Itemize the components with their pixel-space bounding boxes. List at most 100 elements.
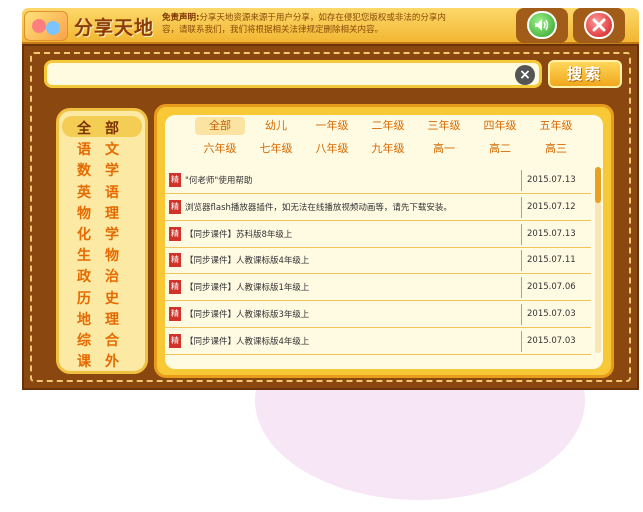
grade-tab[interactable]: 三年级 [419, 117, 469, 135]
list-item[interactable]: 精【同步课件】人教课标版1年级上 2015.07.06 [165, 274, 591, 302]
close-button[interactable] [584, 11, 614, 39]
column-divider [521, 304, 522, 325]
content-panel: 精 "何老师"使用帮助 2015.07.13 精浏览器flash播放器插件，如无法在线… [154, 104, 614, 378]
list-item[interactable]: 精【同步课件】人教课标版4年级上 2015.07.11 [165, 247, 591, 275]
search-button[interactable]: 搜索 [548, 60, 622, 88]
subject-item[interactable]: 数学 [62, 158, 142, 179]
subject-item[interactable]: 语文 [62, 137, 142, 158]
featured-badge: 精 [169, 333, 181, 348]
subject-char: 综 [77, 333, 91, 349]
featured-badge: 精 [169, 199, 181, 214]
subject-char: 历 [77, 290, 91, 307]
content-inner: 精 "何老师"使用帮助 2015.07.13 精浏览器flash播放器插件，如无法在线… [165, 115, 603, 369]
subject-item[interactable]: 课外 [62, 349, 142, 370]
item-title: 【同步课件】人教课标版1年级上 [185, 283, 310, 294]
grade-tab[interactable]: 九年级 [363, 140, 413, 158]
clear-search-icon[interactable]: × [515, 65, 535, 85]
subject-char: 英 [77, 184, 91, 201]
item-title: 浏览器flash播放器插件，如无法在线播放视频动画等，请先下载安装。 [185, 202, 452, 213]
grade-tab[interactable]: 高三 [531, 140, 581, 158]
app-window: 分享天地 免责声明:分享天地资源来源于用户分享，如存在侵犯您版权或非法的分享内容… [22, 8, 639, 390]
subject-char: 政 [77, 269, 91, 286]
column-divider [521, 223, 522, 245]
featured-badge: 精 [169, 253, 181, 268]
column-divider [521, 250, 522, 272]
list-item[interactable]: 精【同步课件】人教课标版4年级上 2015.07.03 [165, 328, 591, 355]
item-date: 2015.07.11 [527, 255, 576, 266]
search-input[interactable]: × [44, 60, 542, 88]
sound-button-container [516, 8, 568, 43]
disclaimer: 免责声明:分享天地资源来源于用户分享，如存在侵犯您版权或非法的分享内容，请联系我… [162, 12, 452, 36]
subject-char: 理 [105, 311, 119, 328]
close-icon [592, 18, 606, 32]
subject-item[interactable]: 全部 [62, 116, 142, 137]
list-item[interactable]: 精浏览器flash播放器插件，如无法在线播放视频动画等，请先下载安装。 2015.… [165, 194, 591, 221]
subject-item[interactable]: 历史 [62, 286, 142, 307]
column-divider [521, 170, 522, 191]
subject-item[interactable]: 英语 [62, 180, 142, 201]
subject-char: 语 [77, 142, 91, 159]
grade-tab[interactable]: 四年级 [475, 117, 525, 135]
subject-char: 课 [77, 354, 91, 371]
subject-char: 地 [77, 311, 91, 328]
app-title: 分享天地 [74, 17, 155, 39]
list-item[interactable]: 精 "何老师"使用帮助 2015.07.13 [165, 167, 591, 194]
scrollbar-thumb[interactable] [595, 167, 601, 203]
subject-char: 合 [105, 333, 119, 349]
subject-char: 全 [77, 121, 91, 137]
subject-char: 化 [77, 227, 91, 243]
featured-badge: 精 [169, 226, 181, 241]
item-date: 2015.07.06 [527, 282, 576, 293]
subject-char: 部 [105, 121, 119, 137]
grade-tab[interactable]: 八年级 [307, 140, 357, 158]
column-divider [521, 277, 522, 299]
item-date: 2015.07.12 [527, 201, 576, 212]
list-scrollbar[interactable] [595, 167, 601, 353]
subject-item[interactable]: 地理 [62, 307, 142, 328]
subject-char: 生 [77, 248, 91, 265]
close-button-container [573, 8, 625, 43]
grade-tab[interactable]: 一年级 [307, 117, 357, 135]
subject-item[interactable]: 综合 [62, 328, 142, 349]
disclaimer-text: 分享天地资源来源于用户分享，如存在侵犯您版权或非法的分享内容，请联系我们，我们将… [162, 13, 446, 35]
subject-char: 治 [105, 269, 119, 286]
subject-char: 外 [105, 354, 119, 371]
grade-tab[interactable]: 二年级 [363, 117, 413, 135]
subject-char: 物 [105, 248, 119, 265]
subject-char: 史 [105, 290, 119, 307]
grade-tab[interactable]: 七年级 [251, 140, 301, 158]
grade-tab[interactable]: 幼儿 [251, 117, 301, 135]
subject-char: 语 [105, 184, 119, 201]
speaker-icon [535, 19, 549, 31]
sound-button[interactable] [527, 11, 557, 39]
item-date: 2015.07.13 [527, 175, 576, 185]
header-bar: 分享天地 免责声明:分享天地资源来源于用户分享，如存在侵犯您版权或非法的分享内容… [22, 8, 639, 44]
item-title: 【同步课件】人教课标版4年级上 [185, 256, 310, 267]
subject-item[interactable]: 物理 [62, 201, 142, 222]
logo-icon [24, 11, 68, 41]
subject-char: 学 [105, 227, 119, 243]
subject-item[interactable]: 政治 [62, 264, 142, 285]
grade-tab[interactable]: 全部 [195, 117, 245, 135]
featured-badge: 精 [169, 280, 181, 295]
grade-tab[interactable]: 六年级 [195, 140, 245, 158]
featured-badge: 精 [169, 173, 181, 187]
item-title: 【同步课件】苏科版8年级上 [185, 229, 293, 240]
subject-char: 理 [105, 205, 119, 222]
item-title: 【同步课件】人教课标版3年级上 [185, 310, 310, 320]
subject-char: 学 [105, 163, 119, 180]
grade-tab[interactable]: 五年级 [531, 117, 581, 135]
resource-list: 精 "何老师"使用帮助 2015.07.13 精浏览器flash播放器插件，如无法在线… [165, 167, 591, 355]
list-item[interactable]: 精【同步课件】人教课标版3年级上 2015.07.03 [165, 301, 591, 328]
item-title: "何老师"使用帮助 [185, 176, 253, 186]
grade-tab[interactable]: 高一 [419, 140, 469, 158]
featured-badge: 精 [169, 307, 181, 321]
grade-tab[interactable]: 高二 [475, 140, 525, 158]
subject-char: 数 [77, 163, 91, 180]
list-item[interactable]: 精【同步课件】苏科版8年级上 2015.07.13 [165, 221, 591, 248]
subject-item[interactable]: 化学 [62, 222, 142, 243]
subject-char: 文 [105, 142, 119, 159]
subject-item[interactable]: 生物 [62, 243, 142, 264]
item-date: 2015.07.03 [527, 309, 576, 319]
column-divider [521, 330, 522, 352]
